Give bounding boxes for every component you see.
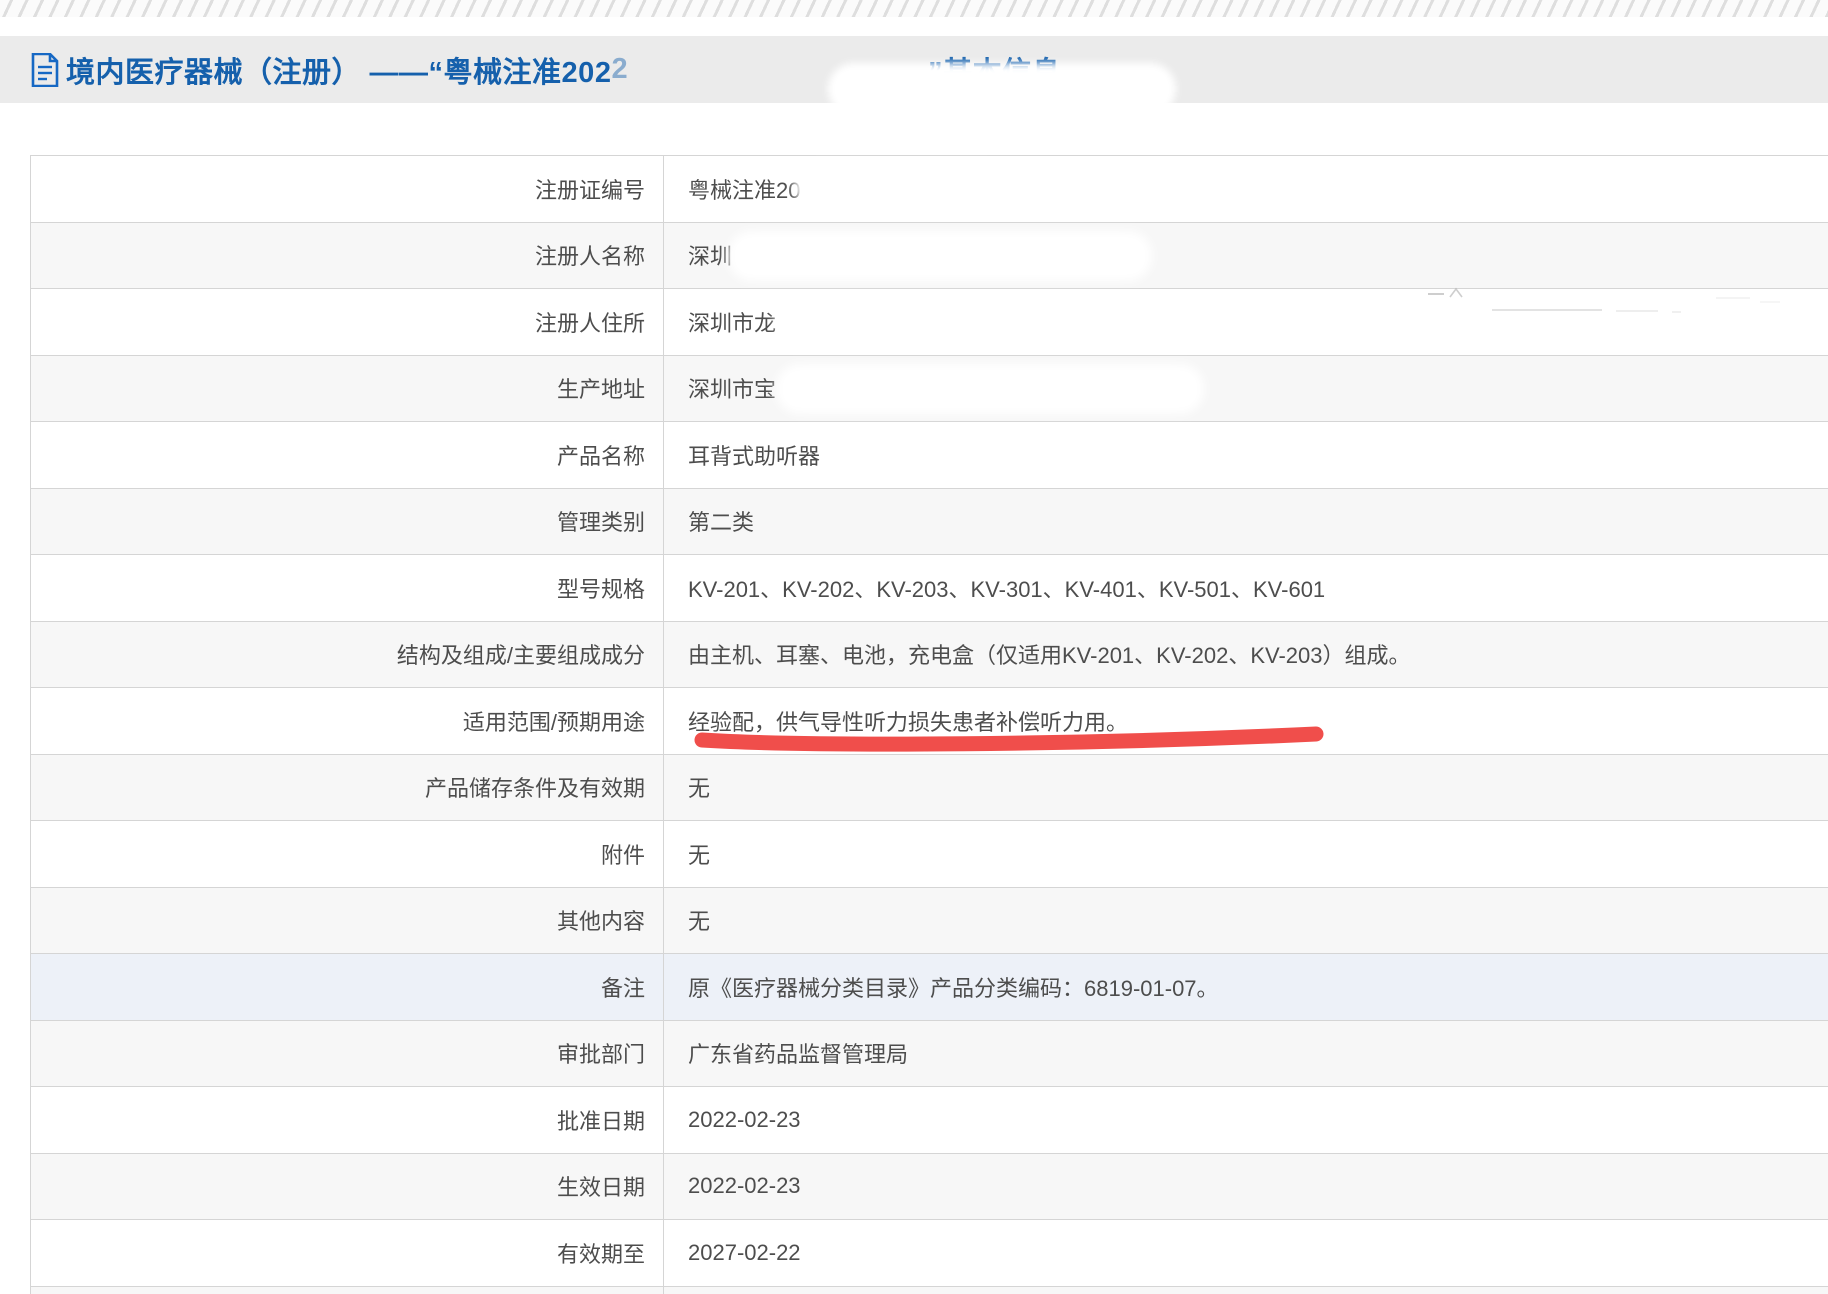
field-value-text: 深圳 [688, 239, 732, 271]
table-row-registrant-name: 注册人名称 深圳 [31, 222, 1828, 289]
field-value [664, 1287, 1828, 1294]
table-row-intended-use: 适用范围/预期用途 经验配，供气导性听力损失患者补偿听力用。 [31, 687, 1828, 754]
field-label: 批准日期 [31, 1087, 664, 1153]
field-label: 生产地址 [31, 356, 664, 422]
field-label: 注册证编号 [31, 156, 664, 222]
registration-detail-page: 境内医疗器械（注册） ——“粤械注准2022”基本信息 注册证编号 粤械注准20… [0, 0, 1828, 1294]
field-value: 深圳市宝 [664, 356, 1828, 422]
field-value-text: 深圳市龙 [688, 306, 776, 338]
table-row-composition: 结构及组成/主要组成成分 由主机、耳塞、电池，充电盒（仅适用KV-201、KV-… [31, 621, 1828, 688]
field-value: 深圳市龙 [664, 289, 1828, 355]
field-value: 广东省药品监督管理局 [664, 1021, 1828, 1087]
field-value: 粤械注准20 [664, 156, 1828, 222]
top-stripe-decoration [0, 0, 1828, 17]
field-label: 型号规格 [31, 555, 664, 621]
page-title: 境内医疗器械（注册） ——“粤械注准2022”基本信息 [0, 49, 1061, 91]
field-label: 管理类别 [31, 489, 664, 555]
table-row-approval-date: 批准日期 2022-02-23 [31, 1086, 1828, 1153]
registration-info-table: 注册证编号 粤械注准20 注册人名称 深圳 注册人住所 深圳市龙 生产地址 深圳… [30, 155, 1828, 1294]
eraser-smudge [728, 231, 1152, 281]
table-row-expiry-date: 有效期至 2027-02-22 [31, 1219, 1828, 1286]
table-row-production-address: 生产地址 深圳市宝 [31, 355, 1828, 422]
field-value: KV-201、KV-202、KV-203、KV-301、KV-401、KV-50… [664, 555, 1828, 621]
eraser-smudge [794, 165, 1009, 207]
field-label: 适用范围/预期用途 [31, 688, 664, 754]
page-title-prefix: 境内医疗器械（注册） ——“粤械注准202 [66, 49, 611, 91]
field-label: 有效期至 [31, 1220, 664, 1286]
field-label: 注册人名称 [31, 223, 664, 289]
field-value: 原《医疗器械分类目录》产品分类编码：6819-01-07。 [664, 954, 1828, 1020]
page-header: 境内医疗器械（注册） ——“粤械注准2022”基本信息 [0, 36, 1828, 103]
field-label: 其他内容 [31, 888, 664, 954]
field-label [31, 1287, 664, 1294]
field-value: 耳背式助听器 [664, 422, 1828, 488]
field-label: 结构及组成/主要组成成分 [31, 622, 664, 688]
field-value: 第二类 [664, 489, 1828, 555]
field-value: 无 [664, 755, 1828, 821]
table-row-reg-number: 注册证编号 粤械注准20 [31, 155, 1828, 222]
field-value-text: 粤械注准20 [688, 173, 800, 205]
table-row-other-content: 其他内容 无 [31, 887, 1828, 954]
field-value-text: 经验配，供气导性听力损失患者补偿听力用。 [688, 705, 1128, 737]
field-value: 经验配，供气导性听力损失患者补偿听力用。 [664, 688, 1828, 754]
field-value: 2022-02-23 [664, 1087, 1828, 1153]
field-label: 审批部门 [31, 1021, 664, 1087]
field-value-text: 深圳市宝 [688, 372, 776, 404]
table-row-approval-department: 审批部门 广东省药品监督管理局 [31, 1020, 1828, 1087]
table-row-product-name: 产品名称 耳背式助听器 [31, 421, 1828, 488]
field-label: 备注 [31, 954, 664, 1020]
table-row-registrant-address: 注册人住所 深圳市龙 [31, 288, 1828, 355]
eraser-smudge [776, 298, 1086, 342]
field-value: 无 [664, 888, 1828, 954]
table-row-clipped [31, 1286, 1828, 1294]
field-label: 产品名称 [31, 422, 664, 488]
table-row-attachments: 附件 无 [31, 820, 1828, 887]
field-value: 由主机、耳塞、电池，充电盒（仅适用KV-201、KV-202、KV-203）组成… [664, 622, 1828, 688]
table-row-remarks: 备注 原《医疗器械分类目录》产品分类编码：6819-01-07。 [31, 953, 1828, 1020]
field-label: 附件 [31, 821, 664, 887]
table-row-storage-conditions: 产品储存条件及有效期 无 [31, 754, 1828, 821]
field-label: 注册人住所 [31, 289, 664, 355]
table-row-management-class: 管理类别 第二类 [31, 488, 1828, 555]
field-label: 生效日期 [31, 1154, 664, 1220]
field-label: 产品储存条件及有效期 [31, 755, 664, 821]
field-value: 2027-02-22 [664, 1220, 1828, 1286]
eraser-smudge [828, 63, 1176, 115]
table-row-effective-date: 生效日期 2022-02-23 [31, 1153, 1828, 1220]
field-value: 无 [664, 821, 1828, 887]
field-value: 2022-02-23 [664, 1154, 1828, 1220]
eraser-smudge [776, 364, 1204, 414]
field-value: 深圳 [664, 223, 1828, 289]
document-icon [30, 53, 60, 87]
page-title-partial-char: 2 [611, 53, 628, 86]
table-row-model-spec: 型号规格 KV-201、KV-202、KV-203、KV-301、KV-401、… [31, 554, 1828, 621]
